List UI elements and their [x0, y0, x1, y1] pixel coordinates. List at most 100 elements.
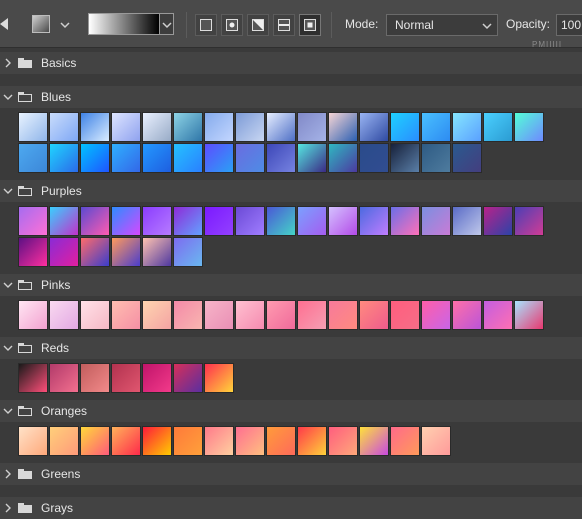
group-header-pinks[interactable]: Pinks	[0, 274, 582, 296]
gradient-swatch[interactable]	[390, 143, 420, 173]
gradient-swatch[interactable]	[452, 143, 482, 173]
gradient-swatch[interactable]	[111, 426, 141, 456]
gradient-swatch[interactable]	[204, 206, 234, 236]
group-header-greens[interactable]: Greens	[0, 463, 582, 485]
gradient-swatch[interactable]	[328, 300, 358, 330]
chevron-down-icon[interactable]	[3, 186, 13, 196]
gradient-swatch[interactable]	[49, 300, 79, 330]
gradient-swatch[interactable]	[173, 300, 203, 330]
gradient-swatch[interactable]	[390, 426, 420, 456]
gradient-swatch[interactable]	[452, 112, 482, 142]
gradient-swatch[interactable]	[452, 300, 482, 330]
gradient-swatch[interactable]	[80, 112, 110, 142]
gradient-swatch[interactable]	[49, 237, 79, 267]
chevron-right-icon[interactable]	[3, 58, 13, 68]
gradient-swatch[interactable]	[80, 143, 110, 173]
gradient-swatch[interactable]	[80, 363, 110, 393]
gradient-swatch[interactable]	[514, 206, 544, 236]
gradient-swatch[interactable]	[421, 112, 451, 142]
gradient-swatch[interactable]	[142, 300, 172, 330]
gradient-swatch[interactable]	[49, 426, 79, 456]
gradient-swatch[interactable]	[111, 143, 141, 173]
gradient-swatch[interactable]	[235, 112, 265, 142]
gradient-swatch[interactable]	[18, 363, 48, 393]
gradient-swatch[interactable]	[235, 426, 265, 456]
gradient-swatch[interactable]	[297, 112, 327, 142]
gradient-swatch[interactable]	[266, 300, 296, 330]
gradient-swatch[interactable]	[359, 206, 389, 236]
group-header-basics[interactable]: Basics	[0, 52, 582, 74]
gradient-swatch[interactable]	[173, 206, 203, 236]
gradient-swatch[interactable]	[328, 426, 358, 456]
chevron-right-icon[interactable]	[3, 503, 13, 513]
gradient-swatch[interactable]	[173, 237, 203, 267]
swatch-preset-icon[interactable]	[32, 15, 50, 33]
gradient-swatch[interactable]	[80, 300, 110, 330]
gradient-swatch[interactable]	[142, 112, 172, 142]
gradient-swatch[interactable]	[266, 112, 296, 142]
gradient-swatch[interactable]	[111, 237, 141, 267]
gradient-picker[interactable]	[88, 13, 160, 35]
chevron-down-icon[interactable]	[3, 406, 13, 416]
gradient-swatch[interactable]	[49, 143, 79, 173]
gradient-swatch[interactable]	[297, 143, 327, 173]
gradient-swatch[interactable]	[483, 112, 513, 142]
gradient-swatch[interactable]	[421, 143, 451, 173]
group-header-blues[interactable]: Blues	[0, 86, 582, 108]
gradient-swatch[interactable]	[359, 112, 389, 142]
gradient-swatch[interactable]	[514, 112, 544, 142]
gradient-swatch[interactable]	[18, 426, 48, 456]
gradient-swatch[interactable]	[204, 363, 234, 393]
gradient-swatch[interactable]	[390, 300, 420, 330]
gradient-swatch[interactable]	[514, 300, 544, 330]
gradient-swatch[interactable]	[328, 143, 358, 173]
mode-select[interactable]: Normal	[386, 14, 498, 36]
gradient-swatch[interactable]	[49, 206, 79, 236]
gradient-swatch[interactable]	[297, 426, 327, 456]
opacity-field[interactable]: 100	[556, 14, 582, 36]
gradient-swatch[interactable]	[142, 426, 172, 456]
group-header-oranges[interactable]: Oranges	[0, 400, 582, 422]
gradient-swatch[interactable]	[142, 206, 172, 236]
gradient-swatch[interactable]	[18, 300, 48, 330]
gradient-swatch[interactable]	[142, 363, 172, 393]
gradient-swatch[interactable]	[18, 112, 48, 142]
angle-gradient-button[interactable]	[247, 14, 269, 36]
gradient-swatch[interactable]	[204, 300, 234, 330]
gradient-swatch[interactable]	[204, 426, 234, 456]
gradient-swatch[interactable]	[390, 112, 420, 142]
gradient-swatch[interactable]	[111, 300, 141, 330]
gradient-swatch[interactable]	[390, 206, 420, 236]
gradient-swatch[interactable]	[18, 143, 48, 173]
gradient-swatch[interactable]	[173, 143, 203, 173]
gradient-swatch[interactable]	[111, 206, 141, 236]
gradient-swatch[interactable]	[266, 206, 296, 236]
gradient-swatch[interactable]	[421, 206, 451, 236]
group-header-purples[interactable]: Purples	[0, 180, 582, 202]
gradient-swatch[interactable]	[173, 426, 203, 456]
gradient-swatch[interactable]	[266, 426, 296, 456]
gradient-swatch[interactable]	[297, 300, 327, 330]
gradient-swatch[interactable]	[235, 206, 265, 236]
gradient-swatch[interactable]	[483, 300, 513, 330]
gradient-swatch[interactable]	[328, 112, 358, 142]
gradient-swatch[interactable]	[18, 237, 48, 267]
chevron-right-icon[interactable]	[3, 469, 13, 479]
gradient-swatch[interactable]	[111, 112, 141, 142]
chevron-down-icon[interactable]	[3, 343, 13, 353]
gradient-swatch[interactable]	[49, 363, 79, 393]
gradient-swatch[interactable]	[142, 143, 172, 173]
gradient-swatch[interactable]	[297, 206, 327, 236]
linear-gradient-button[interactable]	[195, 14, 217, 36]
group-header-grays[interactable]: Grays	[0, 497, 582, 519]
chevron-down-icon[interactable]	[3, 92, 13, 102]
gradient-swatch[interactable]	[328, 206, 358, 236]
gradient-tool-icon[interactable]	[0, 16, 12, 32]
gradient-swatch[interactable]	[80, 206, 110, 236]
gradient-swatch[interactable]	[359, 300, 389, 330]
gradient-swatch[interactable]	[142, 237, 172, 267]
gradient-swatch[interactable]	[111, 363, 141, 393]
gradient-swatch[interactable]	[80, 426, 110, 456]
chevron-down-icon[interactable]	[60, 21, 70, 29]
gradient-swatch[interactable]	[359, 143, 389, 173]
